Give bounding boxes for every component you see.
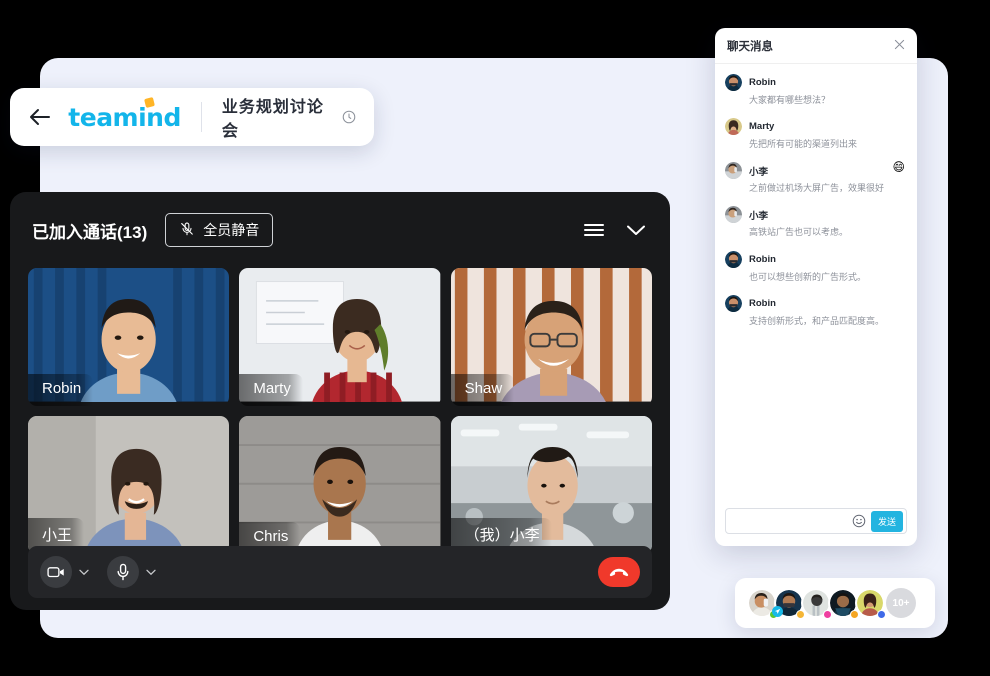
mute-all-label: 全员静音	[203, 222, 260, 238]
chat-message: Robin 大家都有哪些想法？	[725, 74, 907, 106]
chat-message: Marty 先把所有可能的渠道列出来	[725, 118, 907, 150]
video-camera-icon[interactable]	[40, 556, 72, 588]
mute-all-button[interactable]: 全员静音	[165, 213, 274, 247]
video-tile[interactable]: Shaw	[450, 268, 652, 406]
chevron-down-icon[interactable]	[624, 218, 648, 242]
chat-message: Robin 支持创新形式，和产品匹配度高。	[725, 294, 907, 327]
chat-message-author: Marty	[749, 121, 775, 133]
participants-bar: 10+	[735, 578, 935, 628]
video-tile[interactable]: （我）小李	[450, 416, 652, 554]
participant-avatar[interactable]	[801, 588, 832, 619]
avatar	[725, 74, 742, 91]
chat-input-area: 发送	[715, 500, 917, 546]
chat-message-input[interactable]	[734, 516, 852, 526]
avatar	[725, 162, 742, 180]
mic-options-chevron-down-icon[interactable]	[146, 569, 156, 576]
video-tile[interactable]: 小王	[28, 416, 230, 554]
chat-message-text: 也可以想些创新的广告形式。	[749, 271, 867, 282]
call-header: 已加入通话(13) 全员静音	[10, 192, 670, 268]
more-participants-button[interactable]: 10+	[886, 588, 916, 618]
avatar	[725, 250, 742, 268]
logo: teamind	[68, 96, 181, 132]
participant-avatar[interactable]	[828, 588, 859, 619]
video-grid: Robin Marty Shaw 小王 Chris （我）小李	[10, 268, 670, 554]
video-tile-name: Robin	[28, 374, 94, 406]
info-circle-icon[interactable]	[342, 110, 356, 124]
chat-title: 聊天消息	[727, 40, 773, 53]
avatar	[725, 118, 742, 136]
microphone-icon[interactable]	[107, 556, 139, 588]
status-badge	[877, 610, 886, 619]
video-tile[interactable]: Chris	[239, 416, 441, 554]
mic-off-icon	[179, 221, 195, 240]
page-title: 业务规划讨论会	[221, 99, 324, 140]
video-tile[interactable]: Robin	[28, 268, 230, 406]
chat-message-author: Robin	[749, 253, 776, 265]
chat-message-author: 小李	[749, 210, 769, 222]
chat-header: 聊天消息	[715, 28, 917, 64]
top-bar: teamind 业务规划讨论会	[10, 88, 374, 146]
screen: teamind 业务规划讨论会 已加入通话(13) 全员静音 Robin Mar…	[0, 0, 990, 676]
chat-message-list[interactable]: Robin 大家都有哪些想法？ Marty 先把所有可能的渠道列出来 😄 小李 …	[715, 64, 917, 500]
arrow-left-icon[interactable]	[28, 104, 52, 130]
chat-message: 小李 高铁站广告也可以考虑。	[725, 206, 907, 238]
chat-message: Robin 也可以想些创新的广告形式。	[725, 250, 907, 283]
mic-control-group	[107, 556, 156, 588]
chat-input-box[interactable]: 发送	[725, 508, 907, 534]
camera-control-group	[40, 556, 89, 588]
video-tile-name: Marty	[239, 374, 303, 406]
chat-message-text: 之前做过机场大屏广告，效果很好	[749, 183, 885, 194]
video-tile[interactable]: Marty	[239, 268, 441, 406]
call-toolbar	[28, 546, 652, 598]
logo-accent-dot	[143, 96, 155, 108]
phone-hangup-icon[interactable]	[598, 557, 640, 587]
video-call-panel: 已加入通话(13) 全员静音 Robin Marty Shaw 小王 Chris…	[10, 192, 670, 610]
joined-count-label: 已加入通话(13)	[32, 222, 148, 242]
divider	[200, 102, 202, 132]
chat-message-text: 支持创新形式，和产品匹配度高。	[749, 315, 885, 326]
chat-message-author: 小李	[749, 166, 769, 178]
chat-message-author: Robin	[749, 77, 776, 88]
chat-panel: 聊天消息 Robin 大家都有哪些想法？ Marty 先把所有可能的渠道列出来 …	[715, 28, 917, 546]
chat-reaction-emoji[interactable]: 😄	[892, 160, 905, 174]
participant-avatar[interactable]	[772, 588, 805, 619]
smiley-icon[interactable]	[852, 514, 866, 528]
hamburger-icon[interactable]	[582, 218, 606, 242]
chat-message-text: 高铁站广告也可以考虑。	[749, 227, 849, 238]
avatar	[725, 294, 742, 312]
close-icon[interactable]	[894, 39, 905, 52]
chat-message-text: 大家都有哪些想法？	[749, 95, 831, 105]
video-tile-name: Shaw	[450, 374, 515, 406]
avatar	[725, 206, 742, 224]
chat-message-text: 先把所有可能的渠道列出来	[749, 139, 858, 150]
chat-message-author: Robin	[749, 297, 776, 309]
participant-avatar[interactable]	[855, 588, 886, 619]
send-button[interactable]: 发送	[870, 510, 903, 532]
mic-active-icon	[772, 606, 783, 617]
chat-message: 😄 小李 之前做过机场大屏广告，效果很好	[725, 160, 907, 194]
camera-options-chevron-down-icon[interactable]	[79, 569, 89, 576]
logo-text: teamind	[68, 102, 181, 132]
